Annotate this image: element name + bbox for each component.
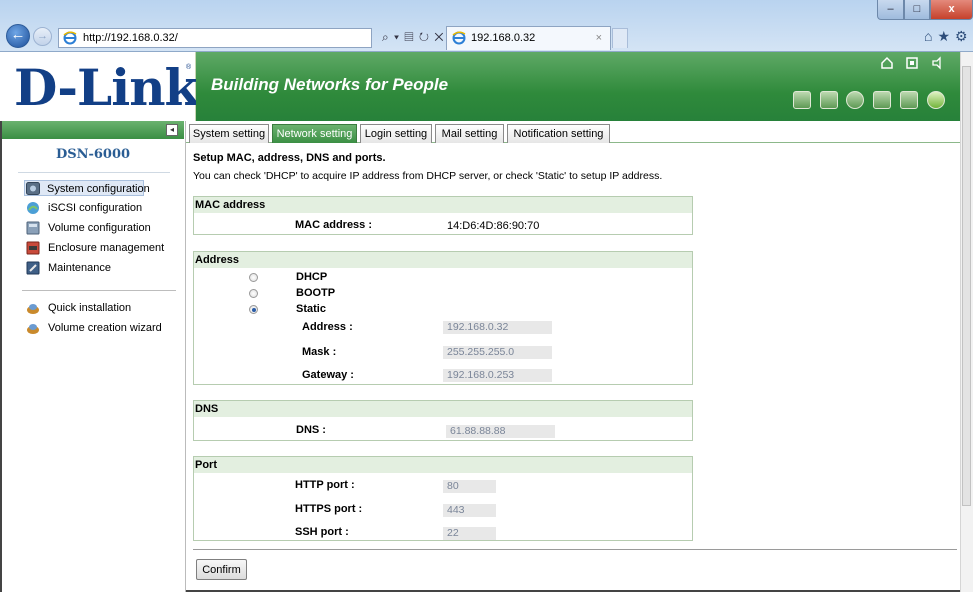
sidebar-item-label: iSCSI configuration (48, 202, 143, 214)
sidebar-header-strip (2, 121, 184, 139)
divider (18, 172, 170, 173)
mac-value: 14:D6:4D:86:90:70 (447, 220, 540, 232)
sidebar-item-label: Volume creation wizard (48, 322, 162, 334)
registered-mark: ® (186, 64, 192, 71)
static-radio[interactable] (249, 305, 258, 314)
tab-system-setting[interactable]: System setting (189, 124, 269, 143)
gateway-label: Gateway : (302, 369, 354, 381)
sidebar-item-system-configuration[interactable]: System configuration (24, 180, 150, 196)
browser-tab-title: 192.168.0.32 (471, 32, 536, 44)
collapse-sidebar-button[interactable]: ◂ (166, 124, 178, 136)
close-tab-icon[interactable]: × (596, 27, 602, 49)
back-button[interactable]: ← (6, 24, 30, 48)
ie-icon (452, 31, 466, 45)
static-label: Static (296, 303, 326, 315)
device-name: DSN-6000 (55, 147, 131, 162)
maximize-button[interactable]: □ (904, 0, 930, 20)
disk-icon[interactable] (873, 91, 891, 109)
mac-label: MAC address : (295, 219, 373, 231)
close-window-button[interactable]: x (930, 0, 973, 20)
sidebar-item-label: Enclosure management (48, 242, 165, 254)
mask-field[interactable]: 255.255.255.0 (443, 346, 552, 359)
system-config-icon (26, 182, 40, 195)
ssh-port-label: SSH port : (295, 526, 349, 538)
section-heading: Address (194, 252, 692, 268)
help-icon[interactable] (905, 56, 919, 70)
tools-icon[interactable] (820, 91, 838, 109)
sidebar-item-label: Volume configuration (48, 222, 151, 234)
bootp-radio[interactable] (249, 289, 258, 298)
sidebar-divider (22, 290, 176, 291)
dns-section: DNS (193, 400, 693, 441)
address-field[interactable]: 192.168.0.32 (443, 321, 552, 334)
dns-field[interactable]: 61.88.88.88 (446, 425, 555, 438)
page-description: You can check 'DHCP' to acquire IP addre… (193, 170, 663, 182)
logout-icon[interactable] (930, 56, 944, 70)
tab-mail-setting[interactable]: Mail setting (435, 124, 504, 143)
volume-icon (26, 221, 40, 235)
wizard-icon (27, 324, 39, 334)
browser-tab-active[interactable]: 192.168.0.32 × (446, 26, 611, 50)
tab-notification-setting[interactable]: Notification setting (507, 124, 610, 143)
quick-install-icon (27, 304, 39, 314)
home-icon[interactable] (880, 56, 894, 70)
dlink-logo: D-Link (14, 58, 199, 117)
monitor-icon[interactable] (900, 91, 918, 109)
tab-login-setting[interactable]: Login setting (360, 124, 432, 143)
power-icon[interactable] (927, 91, 945, 109)
address-section: Address (193, 251, 693, 385)
sidebar-item-label: Quick installation (48, 302, 132, 314)
section-heading: DNS (194, 401, 692, 417)
maintenance-icon (26, 261, 40, 275)
tab-network-setting[interactable]: Network setting (272, 124, 357, 143)
http-port-field[interactable]: 80 (443, 480, 496, 493)
section-heading: MAC address (194, 197, 692, 213)
enclosure-icon (26, 241, 40, 255)
address-label: Address : (302, 321, 353, 333)
dhcp-label: DHCP (296, 271, 328, 283)
https-port-field[interactable]: 443 (443, 504, 496, 517)
address-bar[interactable]: http://192.168.0.32/ (58, 28, 372, 48)
scrollbar-thumb[interactable] (962, 66, 971, 506)
database-icon[interactable] (793, 91, 811, 109)
dhcp-radio[interactable] (249, 273, 258, 282)
bootp-label: BOOTP (296, 287, 336, 299)
iscsi-icon (27, 202, 39, 214)
browser-toolbar-icons[interactable]: ⌂★⚙ (924, 28, 973, 45)
ie-icon (63, 31, 77, 45)
gateway-field[interactable]: 192.168.0.253 (443, 369, 552, 382)
globe-icon[interactable] (846, 91, 864, 109)
forward-button[interactable]: → (33, 27, 52, 46)
mask-label: Mask : (302, 346, 337, 358)
tagline: Building Networks for People (211, 75, 449, 94)
minimize-button[interactable]: – (877, 0, 904, 20)
section-heading: Port (194, 457, 692, 473)
http-port-label: HTTP port : (295, 479, 355, 491)
sidebar-item-label: System configuration (47, 183, 150, 195)
window-title-bar: – □ x (0, 0, 973, 20)
confirm-button[interactable]: Confirm (196, 559, 247, 580)
dns-label: DNS : (296, 424, 326, 436)
address-text: http://192.168.0.32/ (83, 32, 178, 44)
https-port-label: HTTPS port : (295, 503, 363, 515)
divider (193, 549, 957, 550)
address-controls[interactable]: ⌕ ▾ ▤ ↻ ✕ (382, 30, 445, 45)
new-tab-button[interactable] (612, 28, 628, 48)
page-title: Setup MAC, address, DNS and ports. (193, 152, 386, 164)
mac-section: MAC address (193, 196, 693, 235)
sidebar-item-label: Maintenance (48, 262, 111, 274)
ssh-port-field[interactable]: 22 (443, 527, 496, 540)
browser-chrome: – □ x ← → http://192.168.0.32/ ⌕ ▾ ▤ ↻ ✕… (0, 0, 973, 52)
